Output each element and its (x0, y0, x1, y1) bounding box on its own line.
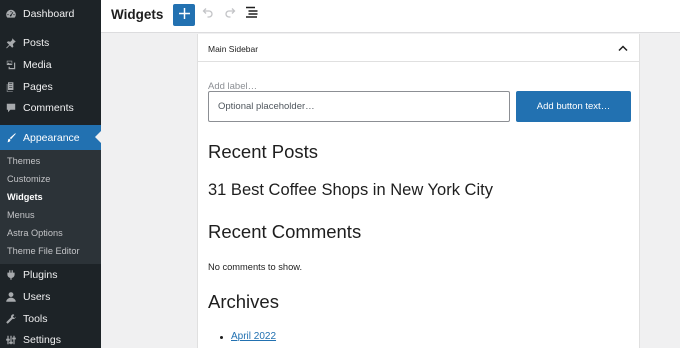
sidebar-item-users[interactable]: Users (0, 286, 101, 308)
redo-icon (224, 5, 236, 23)
sidebar-item-label: Posts (23, 37, 50, 49)
page-title: Widgets (111, 7, 164, 22)
brush-icon (5, 132, 17, 144)
submenu-item-customize[interactable]: Customize (7, 174, 50, 184)
list-view-icon (245, 5, 259, 23)
search-button[interactable]: Add button text… (516, 91, 631, 122)
list-item: April 2022 (220, 331, 276, 342)
recent-posts-heading: Recent Posts (208, 141, 319, 162)
sidebar-item-comments[interactable]: Comments (0, 97, 101, 119)
comments-icon (5, 102, 17, 114)
sidebar-item-label: Settings (23, 334, 61, 346)
recent-comments-heading: Recent Comments (208, 221, 362, 242)
archives-heading: Archives (208, 291, 279, 312)
sidebar-item-tools[interactable]: Tools (0, 308, 101, 330)
undo-button[interactable] (201, 7, 215, 21)
sidebar-item-label: Dashboard (23, 8, 75, 20)
archive-link[interactable]: April 2022 (231, 331, 276, 342)
sidebar-item-pages[interactable]: Pages (0, 76, 101, 98)
media-icon (5, 59, 17, 71)
admin-sidebar: Dashboard Posts Media Pages Comments App… (0, 0, 101, 348)
submenu-item-themes[interactable]: Themes (7, 156, 40, 166)
sidebar-item-label: Pages (23, 81, 53, 93)
sidebar-item-media[interactable]: Media (0, 54, 101, 76)
redo-button[interactable] (223, 7, 237, 21)
dashboard-icon (5, 8, 17, 20)
recent-post-link[interactable]: 31 Best Coffee Shops in New York City (208, 181, 493, 200)
editor-toolbar: Widgets (101, 0, 680, 33)
users-icon (5, 291, 17, 303)
settings-icon (5, 334, 17, 346)
submenu-item-menus[interactable]: Menus (7, 210, 35, 220)
sidebar-item-label: Tools (23, 313, 48, 325)
pin-icon (5, 37, 17, 49)
sidebar-item-label: Plugins (23, 269, 58, 281)
add-block-button[interactable] (173, 4, 195, 26)
no-comments-text: No comments to show. (208, 262, 303, 272)
plugin-icon (5, 269, 17, 281)
undo-icon (202, 5, 214, 23)
chevron-up-icon[interactable] (617, 42, 629, 54)
list-view-button[interactable] (245, 5, 259, 23)
sidebar-item-plugins[interactable]: Plugins (0, 264, 101, 286)
archives-list: April 2022 (220, 331, 276, 342)
plus-icon (178, 6, 190, 24)
pages-icon (5, 81, 17, 93)
widget-area-main-sidebar: Main Sidebar Add label… Optional placeho… (197, 34, 640, 348)
submenu-item-widgets[interactable]: Widgets (7, 192, 43, 202)
search-input[interactable]: Optional placeholder… (208, 91, 510, 122)
sidebar-item-label: Users (23, 291, 51, 303)
submenu-item-theme-file-editor[interactable]: Theme File Editor (7, 246, 80, 256)
sidebar-item-settings[interactable]: Settings (0, 329, 101, 348)
widget-area-title: Main Sidebar (208, 44, 259, 54)
sidebar-item-posts[interactable]: Posts (0, 32, 101, 54)
wrench-icon (5, 313, 17, 325)
sidebar-item-label: Media (23, 59, 52, 71)
sidebar-item-appearance[interactable]: Appearance (0, 125, 101, 150)
appearance-submenu: Themes Customize Widgets Menus Astra Opt… (0, 150, 101, 264)
widget-area-header[interactable]: Main Sidebar (198, 34, 639, 62)
sidebar-item-label: Comments (23, 102, 74, 114)
sidebar-item-label: Appearance (23, 131, 80, 144)
submenu-item-astra-options[interactable]: Astra Options (7, 228, 63, 238)
sidebar-item-dashboard[interactable]: Dashboard (0, 3, 101, 25)
